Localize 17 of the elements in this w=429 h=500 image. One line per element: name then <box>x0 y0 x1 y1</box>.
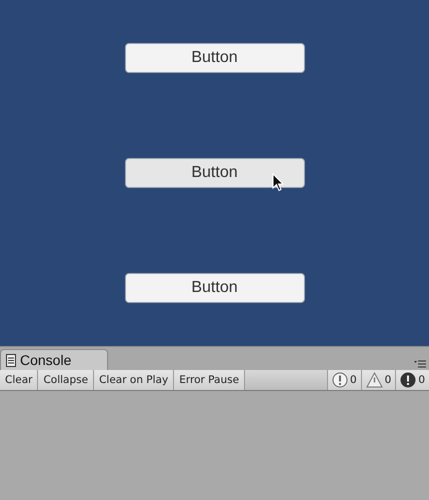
toolbar-button[interactable]: Clear <box>0 370 38 390</box>
button[interactable]: Button <box>124 43 304 73</box>
info-icon <box>332 372 348 388</box>
toolbar-button[interactable]: Clear on Play <box>94 370 174 390</box>
counter-button[interactable]: 0 <box>360 370 396 390</box>
tab-label: Console <box>20 352 72 368</box>
warning-icon <box>366 372 383 388</box>
counter-button[interactable]: 0 <box>326 370 361 390</box>
counter-button[interactable]: 0 <box>395 370 429 390</box>
toolbar-button[interactable]: Error Pause <box>174 370 246 390</box>
error-icon <box>400 372 416 388</box>
console-tab[interactable]: Console <box>0 349 108 370</box>
menu-icon[interactable] <box>414 360 426 368</box>
cursor-icon <box>272 173 284 192</box>
button[interactable]: Button <box>124 273 304 303</box>
toolbar-button[interactable]: Collapse <box>38 370 94 390</box>
document-icon <box>6 354 16 366</box>
